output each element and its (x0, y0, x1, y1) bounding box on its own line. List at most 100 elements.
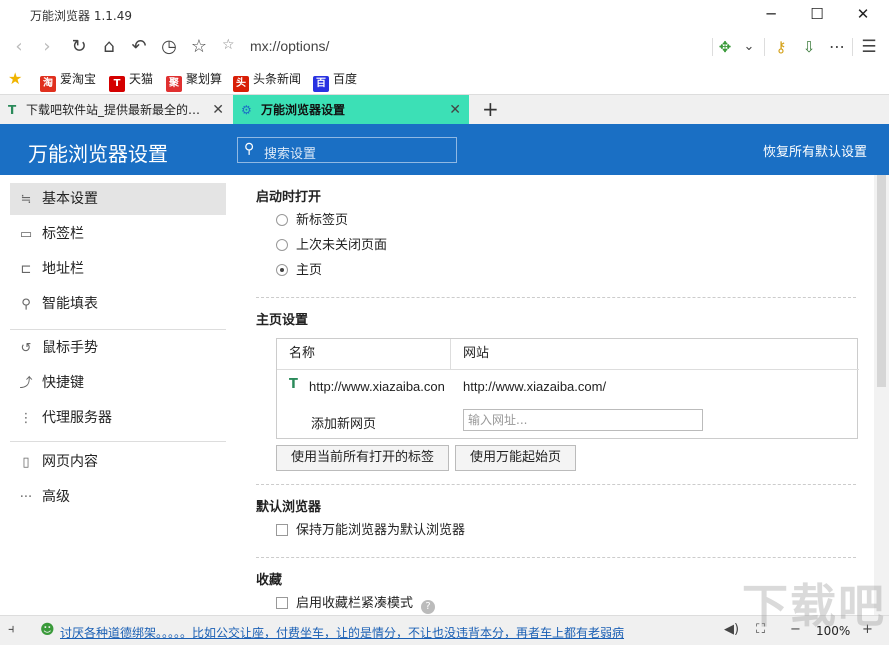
tab-xiazaiba[interactable]: T 下载吧软件站_提供最新最全的… ✕ (0, 95, 232, 125)
chevron-down-icon[interactable]: ⌄ (736, 35, 762, 59)
bookmark-item[interactable]: 聚聚划算 (166, 70, 222, 92)
address-bar[interactable]: ☆ mx://options/ (218, 34, 712, 60)
column-divider (450, 339, 451, 370)
minimize-button[interactable]: ─ (748, 0, 794, 30)
sidebar-toggle-icon[interactable]: ⫞ (8, 622, 15, 637)
search-input[interactable]: ⚲ 搜索设置 (237, 137, 457, 163)
window-title: 万能浏览器 1.1.49 (30, 9, 132, 23)
close-button[interactable]: ✕ (840, 0, 886, 30)
close-tab-icon[interactable]: ✕ (449, 95, 461, 125)
sidebar-item-tabbar[interactable]: ▭ 标签栏 (10, 218, 226, 250)
search-placeholder: 搜索设置 (264, 147, 317, 162)
bookmark-star-icon[interactable]: ☆ (222, 37, 235, 53)
menu-icon[interactable]: ☰ (856, 35, 882, 59)
radio-button[interactable] (276, 214, 288, 226)
radio-last-session[interactable]: 上次未关闭页面 (276, 237, 387, 255)
news-icon: ☻ (40, 622, 55, 638)
settings-content: 启动时打开 新标签页 上次未关闭页面 主页 主页设置 名称 网站 T http:… (236, 175, 874, 615)
undo-icon[interactable]: ↶ (126, 35, 152, 59)
homepage-row-site[interactable]: http://www.xiazaiba.com/ (463, 379, 606, 394)
radio-homepage[interactable]: 主页 (276, 262, 322, 280)
radio-button[interactable] (276, 239, 288, 251)
more-icon: ··· (19, 490, 33, 505)
section-heading: 主页设置 (256, 313, 309, 328)
url-input[interactable]: 输入网址... (463, 409, 703, 431)
radio-new-tab[interactable]: 新标签页 (276, 212, 348, 230)
default-browser-checkbox[interactable]: 保持万能浏览器为默认浏览器 (276, 522, 465, 540)
homepage-table: 名称 网站 T http://www.xiazaiba.con http://w… (276, 338, 859, 439)
juhuasuan-icon: 聚 (166, 76, 182, 92)
checkbox[interactable] (276, 597, 288, 609)
sidebar-item-autofill[interactable]: ⚲ 智能填表 (10, 288, 226, 320)
scrollbar[interactable] (874, 175, 889, 615)
more-icon[interactable]: ⋯ (824, 35, 850, 59)
shield-icon[interactable]: ✥ (712, 35, 738, 59)
key-icon[interactable]: ⚷ (768, 35, 794, 59)
refresh-icon[interactable]: ↻ (66, 35, 92, 59)
table-header (277, 339, 859, 370)
bookmark-item[interactable]: 头头条新闻 (233, 70, 301, 92)
divider (10, 441, 226, 442)
section-heading: 默认浏览器 (256, 500, 322, 515)
sidebar-item-gestures[interactable]: ↺ 鼠标手势 (10, 332, 226, 364)
bookmark-item[interactable]: T 天猫 (109, 70, 153, 92)
gesture-icon: ↺ (20, 341, 32, 356)
divider (256, 557, 856, 558)
watermark-logo: 下载吧 (742, 579, 886, 633)
favorite-star-icon[interactable]: ☆ (186, 35, 212, 59)
help-icon[interactable]: ? (421, 600, 436, 614)
restore-defaults-link[interactable]: 恢复所有默认设置 (763, 141, 867, 160)
close-tab-icon[interactable]: ✕ (212, 95, 224, 125)
back-icon[interactable]: ‹ (6, 35, 32, 59)
tab-bar: T 下载吧软件站_提供最新最全的… ✕ ⚙ 万能浏览器设置 ✕ + (0, 94, 889, 125)
compact-favorites-checkbox[interactable]: 启用收藏栏紧凑模式? (276, 595, 436, 614)
page-icon: ▯ (22, 455, 30, 470)
key-icon: ⚲ (21, 297, 31, 312)
download-icon[interactable]: ⇩ (796, 35, 822, 59)
volume-icon[interactable]: ◀) (724, 622, 739, 637)
checkbox[interactable] (276, 524, 288, 536)
bookmarks-bar: ★ 淘爱淘宝 T 天猫 聚聚划算 头头条新闻 百百度 (0, 64, 889, 94)
section-heading: 收藏 (256, 573, 283, 588)
forward-icon[interactable]: › (34, 35, 60, 59)
tab-label: 下载吧软件站_提供最新最全的… (26, 103, 201, 117)
sidebar-item-webcontent[interactable]: ▯ 网页内容 (10, 446, 226, 478)
add-page-label: 添加新网页 (311, 417, 377, 432)
tmall-icon: T (109, 76, 125, 92)
bookmark-item[interactable]: 淘爱淘宝 (40, 70, 96, 92)
sidebar-item-advanced[interactable]: ··· 高级 (10, 481, 226, 513)
tab-label: 万能浏览器设置 (261, 103, 346, 117)
site-favicon-icon: T (8, 103, 17, 117)
section-heading: 启动时打开 (256, 190, 322, 205)
sidebar-item-addressbar[interactable]: ⊏ 地址栏 (10, 253, 226, 285)
homepage-row-name[interactable]: http://www.xiazaiba.con (309, 379, 445, 394)
taobao-icon: 淘 (40, 76, 56, 92)
tab-settings[interactable]: ⚙ 万能浏览器设置 ✕ (233, 95, 469, 125)
sliders-icon: ≒ (20, 192, 32, 207)
page-title: 万能浏览器设置 (28, 142, 168, 166)
divider (764, 38, 765, 56)
news-ticker-link[interactable]: 讨厌各种道德绑架。。。。。比如公交让座，付费坐车，让的是情分，不让也没违背本分，… (60, 624, 624, 641)
home-icon[interactable]: ⌂ (96, 35, 122, 59)
divider (10, 329, 226, 330)
proxy-icon: ⋮ (19, 411, 33, 426)
divider (256, 297, 856, 298)
gear-icon: ⚙ (241, 103, 252, 117)
use-start-page-button[interactable]: 使用万能起始页 (455, 445, 577, 471)
navigation-bar: ‹ › ↻ ⌂ ↶ ◷ ☆ ☆ mx://options/ ✥ ⌄ ⚷ ⇩ ⋯ … (0, 30, 889, 64)
history-icon[interactable]: ◷ (156, 35, 182, 59)
scrollbar-thumb[interactable] (877, 175, 886, 387)
bookmark-item[interactable]: 百百度 (313, 70, 357, 92)
url-text[interactable]: mx://options/ (250, 38, 329, 54)
sidebar-item-basic[interactable]: ≒ 基本设置 (10, 183, 226, 215)
maximize-button[interactable]: ☐ (794, 0, 840, 30)
use-current-tabs-button[interactable]: 使用当前所有打开的标签 (276, 445, 450, 471)
title-bar: 万能浏览器 1.1.49 ─ ☐ ✕ (0, 0, 889, 30)
address-icon: ⊏ (20, 262, 32, 277)
favorites-star-icon[interactable]: ★ (8, 69, 22, 88)
new-tab-button[interactable]: + (482, 95, 499, 125)
radio-button-selected[interactable] (276, 264, 288, 276)
sidebar-item-proxy[interactable]: ⋮ 代理服务器 (10, 402, 226, 434)
sidebar-item-shortcuts[interactable]: ⤴ 快捷键 (10, 367, 226, 399)
col-name-header: 名称 (289, 346, 316, 361)
